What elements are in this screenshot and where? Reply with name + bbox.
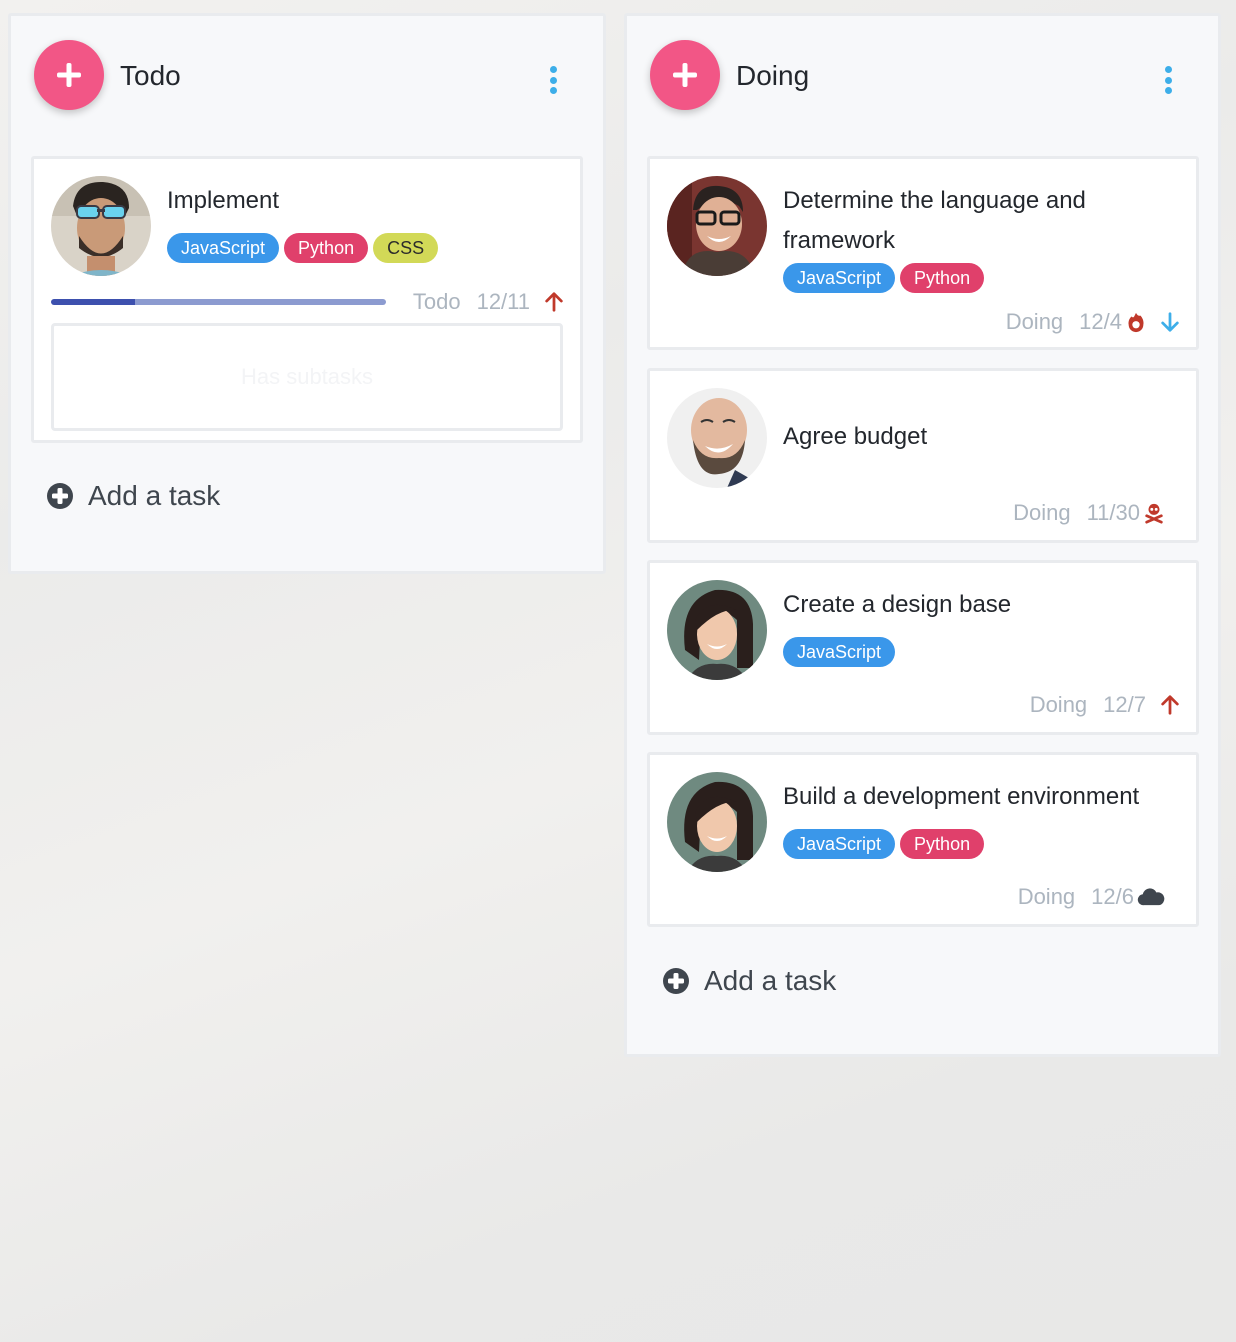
avatar-man-sunglasses (51, 176, 151, 276)
card-status: Doing (1017, 884, 1076, 909)
card-status: Todo (412, 289, 461, 314)
avatar (667, 580, 767, 680)
tag-javascript[interactable]: JavaScript (167, 233, 280, 263)
avatar-young-man-glasses (667, 176, 767, 276)
add-task-label: Add a task (88, 480, 221, 511)
tag-css[interactable]: CSS (373, 233, 439, 263)
tag-list: JavaScript Python CSS (167, 233, 439, 263)
fire-icon (1124, 310, 1148, 334)
column-menu-button[interactable] (547, 66, 559, 94)
kebab-dot (1164, 76, 1172, 84)
column-doing: Doing Determine the language and framewo… (624, 13, 1221, 1057)
card-status: Doing (1005, 309, 1064, 334)
avatar (51, 176, 151, 276)
plus-circle-icon (47, 483, 73, 509)
plus-icon (673, 63, 697, 87)
avatar-bald-man-laughing (667, 388, 767, 488)
card-meta: Todo 12/11 (413, 287, 566, 317)
card-due-date: 11/30 (1086, 500, 1140, 525)
card-due-date: 12/6 (1091, 884, 1134, 909)
avatar (667, 388, 767, 488)
arrow-up-icon (542, 290, 566, 314)
avatar (667, 176, 767, 276)
card-title: Determine the language and framework (783, 187, 1086, 254)
add-card-button[interactable] (34, 40, 104, 110)
avatar-smiling-woman (667, 580, 767, 680)
task-card[interactable]: Determine the language and framework Jav… (647, 156, 1199, 350)
progress-bar (51, 299, 386, 305)
add-task-button[interactable]: Add a task (46, 480, 220, 512)
plus-circle-icon (663, 968, 689, 994)
card-meta: Doing 12/7 (1030, 690, 1182, 720)
kebab-dot (1164, 87, 1172, 94)
tag-python[interactable]: Python (900, 263, 985, 293)
tag-list: JavaScript (783, 637, 896, 667)
progress-fill (51, 299, 135, 305)
column-header: Todo (11, 16, 603, 136)
card-title: Create a design base (783, 591, 1012, 618)
card-due-date: 12/7 (1103, 692, 1146, 717)
kebab-dot (549, 76, 557, 84)
card-due-date: 12/4 (1079, 309, 1122, 334)
task-card[interactable]: Create a design base JavaScript Doing 12… (647, 560, 1199, 735)
card-due-date: 12/11 (476, 289, 530, 314)
tag-javascript[interactable]: JavaScript (783, 829, 896, 859)
task-card[interactable]: Implement JavaScript Python CSS Todo 12/… (31, 156, 583, 443)
add-task-button[interactable]: Add a task (662, 965, 836, 997)
card-meta: Doing 11/30 (1013, 498, 1166, 528)
column-title: Todo (120, 60, 181, 91)
card-meta: Doing 12/4 (1006, 307, 1182, 337)
task-card[interactable]: Agree budget Doing 11/30 (647, 368, 1199, 543)
task-card[interactable]: Build a development environment JavaScri… (647, 752, 1199, 927)
subtasks-area[interactable]: Has subtasks (51, 323, 563, 431)
plus-icon (57, 63, 81, 87)
cloud-icon (1136, 885, 1166, 909)
arrow-down-icon (1158, 310, 1182, 334)
tag-python[interactable]: Python (900, 829, 985, 859)
avatar (667, 772, 767, 872)
tag-javascript[interactable]: JavaScript (783, 637, 896, 667)
card-title: Build a development environment (783, 783, 1140, 810)
column-header: Doing (627, 16, 1218, 136)
kebab-dot (1164, 66, 1172, 73)
card-meta: Doing 12/6 (1018, 882, 1166, 912)
tag-python[interactable]: Python (284, 233, 369, 263)
avatar-smiling-woman (667, 772, 767, 872)
column-title: Doing (736, 60, 810, 91)
card-status: Doing (1013, 500, 1071, 525)
skull-crossbones-icon (1142, 501, 1166, 525)
add-task-label: Add a task (704, 965, 837, 996)
card-title: Agree budget (783, 423, 928, 450)
add-card-button[interactable] (650, 40, 720, 110)
arrow-up-icon (1158, 693, 1182, 717)
kebab-dot (549, 87, 557, 94)
tag-list: JavaScript Python (783, 263, 985, 293)
kebab-dot (549, 66, 557, 73)
tag-javascript[interactable]: JavaScript (783, 263, 896, 293)
card-title: Implement (167, 187, 280, 214)
card-status: Doing (1029, 692, 1088, 717)
column-menu-button[interactable] (1162, 66, 1174, 94)
column-todo: Todo Implement JavaScript Python CSS Tod… (8, 13, 606, 574)
tag-list: JavaScript Python (783, 829, 985, 859)
